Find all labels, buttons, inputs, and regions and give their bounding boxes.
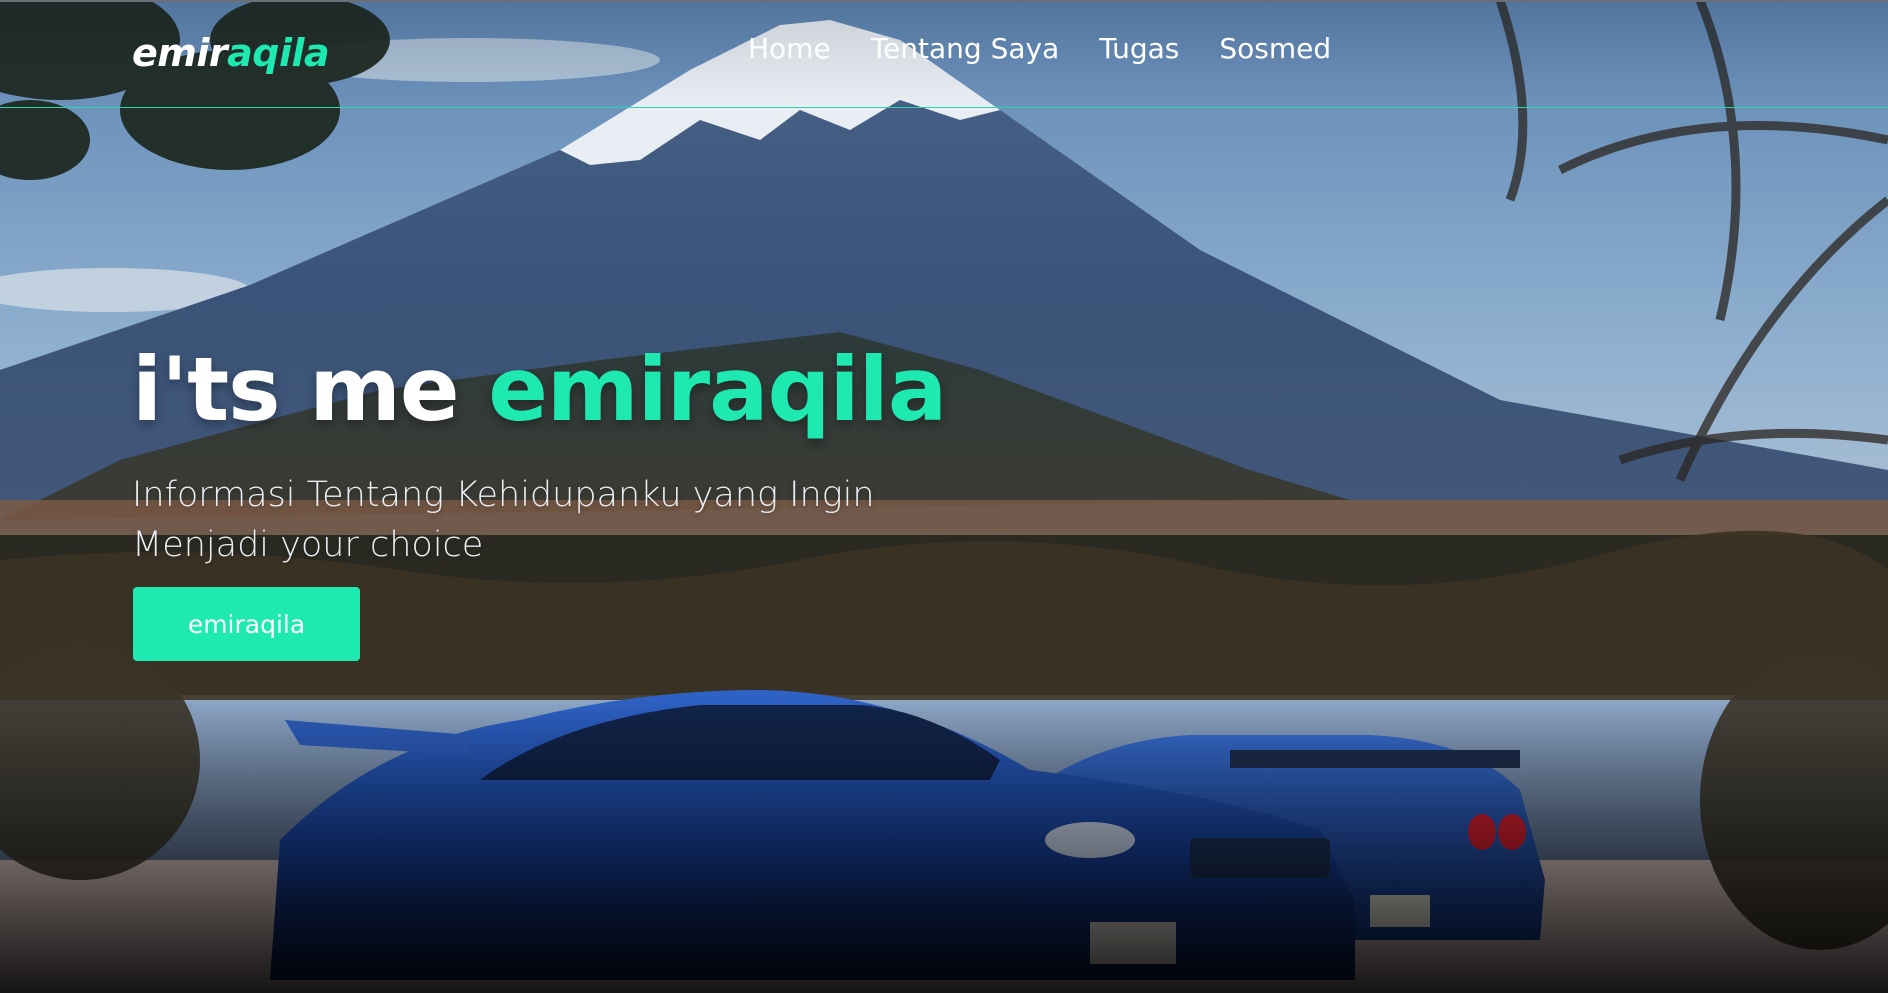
hero-title: i'ts me emiraqila <box>132 338 947 441</box>
nav-item-tugas[interactable]: Tugas <box>1099 32 1179 65</box>
hero-title-highlight: emiraqila <box>488 338 947 441</box>
hero-cta-button[interactable]: emiraqila <box>133 587 360 661</box>
nav-item-tentang-saya[interactable]: Tentang Saya <box>871 32 1060 65</box>
brand-logo-first: emir <box>132 31 228 75</box>
nav-item-home[interactable]: Home <box>748 32 831 65</box>
page: emiraqila Home Tentang Saya Tugas Sosmed… <box>0 0 1888 993</box>
navbar: emiraqila Home Tentang Saya Tugas Sosmed <box>0 0 1888 108</box>
hero-title-prefix: i'ts me <box>132 338 489 441</box>
nav-menu: Home Tentang Saya Tugas Sosmed <box>748 32 1331 65</box>
brand-logo-second: aqila <box>227 31 330 75</box>
nav-item-sosmed[interactable]: Sosmed <box>1219 32 1331 65</box>
hero-subtitle: Informasi Tentang Kehidupanku yang Ingin… <box>132 475 875 565</box>
brand-logo[interactable]: emiraqila <box>132 31 330 75</box>
